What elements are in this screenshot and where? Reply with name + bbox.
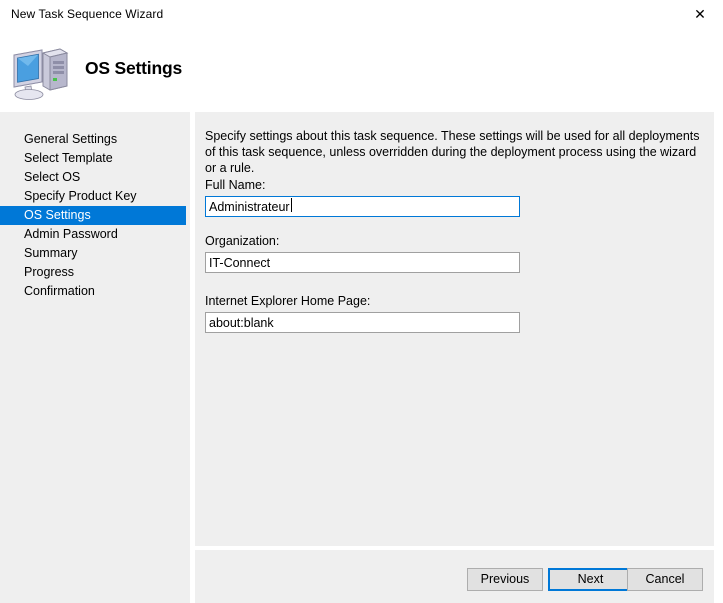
- form-field-internet-explorer-home-page: Internet Explorer Home Page:: [205, 294, 520, 333]
- page-description: Specify settings about this task sequenc…: [205, 128, 702, 176]
- field-input[interactable]: [205, 252, 520, 273]
- title-bar: New Task Sequence Wizard ✕: [0, 0, 723, 30]
- window-right-edge: [714, 112, 723, 603]
- form-field-organization: Organization:: [205, 234, 520, 273]
- next-button[interactable]: Next: [548, 568, 633, 591]
- form-field-full-name: Full Name:: [205, 178, 520, 217]
- field-label: Organization:: [205, 234, 520, 248]
- footer-bar: Previous Next Cancel: [195, 550, 714, 603]
- window-title: New Task Sequence Wizard: [11, 7, 163, 21]
- sidebar-item-os-settings[interactable]: OS Settings: [0, 206, 186, 225]
- field-label: Full Name:: [205, 178, 520, 192]
- computer-monitor-icon: [10, 44, 72, 102]
- field-label: Internet Explorer Home Page:: [205, 294, 520, 308]
- wizard-step-sidebar: General SettingsSelect TemplateSelect OS…: [0, 112, 190, 603]
- field-input[interactable]: [205, 196, 520, 217]
- content-panel: Specify settings about this task sequenc…: [195, 112, 714, 546]
- cancel-button[interactable]: Cancel: [627, 568, 703, 591]
- sidebar-item-progress[interactable]: Progress: [0, 263, 190, 282]
- sidebar-item-confirmation[interactable]: Confirmation: [0, 282, 190, 301]
- sidebar-step-list: General SettingsSelect TemplateSelect OS…: [0, 130, 190, 301]
- sidebar-item-select-template[interactable]: Select Template: [0, 149, 190, 168]
- sidebar-item-specify-product-key[interactable]: Specify Product Key: [0, 187, 190, 206]
- close-icon: ✕: [694, 8, 706, 22]
- sidebar-item-summary[interactable]: Summary: [0, 244, 190, 263]
- sidebar-item-admin-password[interactable]: Admin Password: [0, 225, 190, 244]
- field-input[interactable]: [205, 312, 520, 333]
- previous-button[interactable]: Previous: [467, 568, 543, 591]
- wizard-header: OS Settings: [0, 30, 723, 108]
- sidebar-item-general-settings[interactable]: General Settings: [0, 130, 190, 149]
- text-cursor: [291, 198, 292, 212]
- close-button[interactable]: ✕: [677, 0, 723, 30]
- sidebar-item-select-os[interactable]: Select OS: [0, 168, 190, 187]
- page-title: OS Settings: [85, 58, 182, 79]
